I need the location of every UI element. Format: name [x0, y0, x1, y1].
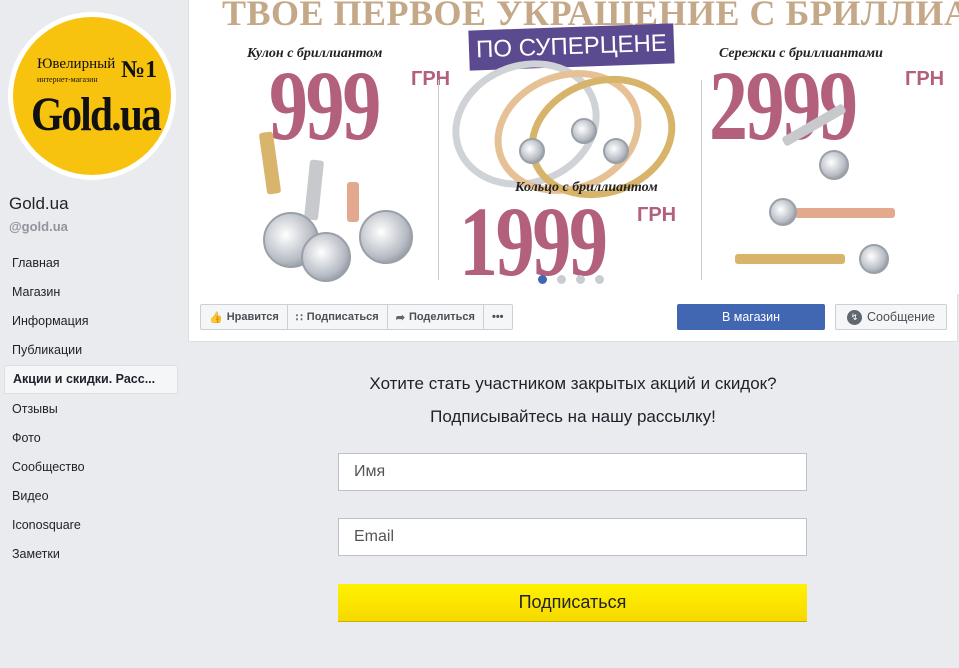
ring-gem-icon: [571, 118, 597, 144]
pendant-bail-icon: [347, 182, 359, 222]
nav-item-community[interactable]: Сообщество: [4, 452, 178, 481]
left-sidebar: Ювелирный интернет-магазин №1 Gold.ua Go…: [0, 0, 184, 668]
logo-line2: интернет-магазин: [37, 75, 98, 84]
logo-line1: Ювелирный: [37, 56, 116, 72]
ring-gem-icon: [603, 138, 629, 164]
pendant-bail-icon: [303, 159, 325, 221]
earring-post-icon: [735, 254, 845, 264]
ring-gem-icon: [519, 138, 545, 164]
page-nav: Главная Магазин Информация Публикации Ак…: [4, 248, 178, 569]
nav-item-videos[interactable]: Видео: [4, 482, 178, 511]
brand-logo: Ювелирный интернет-магазин №1 Gold.ua: [13, 17, 171, 175]
pendant-currency: ГРН: [411, 68, 451, 90]
slide-dot[interactable]: [557, 275, 566, 284]
share-arrow-icon: ➦: [395, 311, 405, 324]
nav-item-about[interactable]: Информация: [4, 306, 178, 335]
thumbs-up-icon: 👍: [209, 311, 223, 324]
messenger-icon: ↯: [846, 309, 862, 325]
earring-post-icon: [795, 208, 895, 218]
more-icon: •••: [491, 311, 504, 323]
page-actions: 👍 Нравится ∷ Подписаться ➦ Поделиться ••…: [200, 304, 513, 330]
follow-button[interactable]: ∷ Подписаться: [288, 305, 388, 329]
ring-currency: ГРН: [637, 204, 677, 226]
earrings-price: 2999: [709, 50, 858, 161]
slide-dot[interactable]: [538, 275, 547, 284]
nav-item-home[interactable]: Главная: [4, 248, 178, 277]
slide-indicators: [538, 275, 604, 284]
earring-gem-icon: [769, 198, 797, 226]
cover-photo[interactable]: ТВОЕ ПЕРВОЕ УКРАШЕНИЕ С БРИЛЛИАНТОМ ПО С…: [189, 0, 959, 294]
cover-divider: [438, 80, 439, 280]
nav-item-shop[interactable]: Магазин: [4, 277, 178, 306]
nav-item-iconosquare[interactable]: Iconosquare: [4, 511, 178, 540]
send-message-button[interactable]: ↯ Сообщение: [835, 304, 947, 330]
form-subtitle: Подписывайтесь на нашу рассылку!: [430, 407, 716, 426]
name-field[interactable]: [338, 453, 807, 491]
nav-item-posts[interactable]: Публикации: [4, 336, 178, 365]
page-name[interactable]: Gold.ua: [9, 194, 69, 214]
pendant-gem-icon: [359, 210, 413, 264]
slide-dot[interactable]: [595, 275, 604, 284]
share-button[interactable]: ➦ Поделиться: [388, 305, 484, 329]
more-button[interactable]: •••: [484, 305, 512, 329]
pendant-gem-icon: [301, 232, 351, 282]
nav-item-photos[interactable]: Фото: [4, 423, 178, 452]
share-label: Поделиться: [408, 311, 475, 323]
cover-card: ТВОЕ ПЕРВОЕ УКРАШЕНИЕ С БРИЛЛИАНТОМ ПО С…: [188, 0, 959, 342]
follow-label: Подписаться: [306, 311, 379, 323]
message-label: Сообщение: [866, 310, 936, 324]
nav-item-notes[interactable]: Заметки: [4, 540, 178, 569]
page-handle[interactable]: @gold.ua: [9, 219, 68, 234]
earring-gem-icon: [859, 244, 889, 274]
earring-gem-icon: [819, 150, 849, 180]
email-field[interactable]: [338, 518, 807, 556]
shop-now-button[interactable]: В магазин: [677, 304, 825, 330]
earrings-currency: ГРН: [905, 68, 945, 90]
slide-dot[interactable]: [576, 275, 585, 284]
logo-brand: Gold.ua: [31, 88, 162, 141]
nav-item-reviews[interactable]: Отзывы: [4, 394, 178, 423]
logo-number: №1: [121, 57, 158, 83]
like-button[interactable]: 👍 Нравится: [201, 305, 288, 329]
profile-picture[interactable]: Ювелирный интернет-магазин №1 Gold.ua: [8, 12, 176, 180]
form-question: Хотите стать участником закрытых акций и…: [369, 374, 777, 393]
pendant-price: 999: [269, 50, 381, 161]
rss-icon: ∷: [295, 311, 303, 324]
subscribe-button[interactable]: Подписаться: [338, 584, 807, 622]
like-label: Нравится: [226, 311, 279, 323]
nav-item-promotions[interactable]: Акции и скидки. Расс...: [4, 364, 178, 394]
cover-ribbon: ПО СУПЕРЦЕНЕ: [468, 23, 675, 71]
cover-divider: [701, 80, 702, 280]
